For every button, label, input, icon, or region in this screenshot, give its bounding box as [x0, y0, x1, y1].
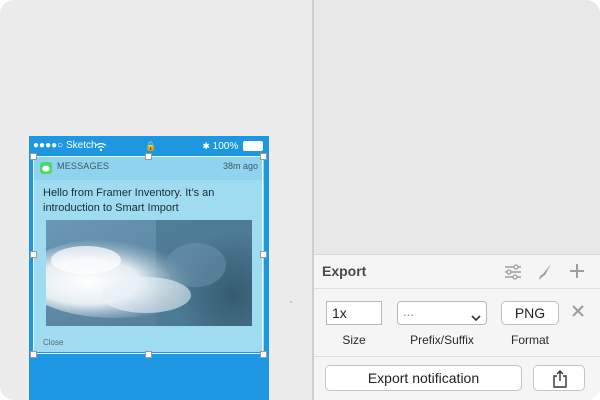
resize-handle-bottom[interactable] [145, 351, 152, 358]
notification-app-name: MESSAGES [57, 161, 110, 171]
battery-percent: 100% [212, 141, 239, 152]
chevron-down-icon [471, 308, 481, 328]
size-input[interactable]: 1x [326, 301, 382, 325]
resize-handle-top[interactable] [145, 153, 152, 160]
share-button[interactable] [533, 365, 585, 391]
notification-image [46, 220, 252, 326]
app-window: ●●●●○ Sketch 🔒 ✱ 100% MESSAGES 38m ago H… [0, 0, 600, 400]
prefix-suffix-label: Prefix/Suffix [410, 333, 474, 347]
canvas-dot [290, 301, 292, 303]
resize-handle-top-left[interactable] [30, 153, 37, 160]
share-icon [553, 370, 567, 388]
notification-close-action[interactable]: Close [43, 338, 63, 347]
phone-artboard[interactable]: ●●●●○ Sketch 🔒 ✱ 100% MESSAGES 38m ago H… [29, 136, 269, 400]
notification-message: Hello from Framer Inventory. It’s an int… [43, 187, 215, 214]
resize-handle-left[interactable] [30, 251, 37, 258]
status-carrier: ●●●●○ Sketch [33, 140, 97, 151]
notification-card[interactable]: MESSAGES 38m ago Hello from Framer Inven… [34, 156, 264, 352]
resize-handle-bottom-left[interactable] [30, 351, 37, 358]
plus-icon[interactable] [568, 262, 586, 285]
size-label: Size [342, 333, 366, 347]
canvas-area[interactable]: ●●●●○ Sketch 🔒 ✱ 100% MESSAGES 38m ago H… [0, 0, 312, 400]
format-label: Format [510, 333, 549, 347]
status-battery-group: ✱ 100% [202, 136, 263, 157]
export-separator-2 [314, 356, 600, 357]
resize-handle-bottom-right[interactable] [260, 351, 267, 358]
resize-handle-right[interactable] [260, 251, 267, 258]
export-separator [314, 288, 600, 289]
prefix-suffix-value: ... [403, 304, 414, 319]
resize-handle-top-right[interactable] [260, 153, 267, 160]
battery-icon [243, 141, 263, 152]
format-button[interactable]: PNG [501, 301, 559, 325]
export-title: Export [322, 263, 367, 279]
messages-app-icon [40, 162, 52, 174]
slice-knife-icon[interactable] [537, 263, 553, 286]
export-button[interactable]: Export notification [325, 365, 522, 391]
remove-export-icon[interactable] [570, 303, 586, 324]
sliders-icon[interactable] [504, 264, 522, 285]
notification-time: 38m ago [222, 161, 258, 171]
export-panel: Export 1x ... PNG Size Prefix/Suffix For… [314, 254, 600, 400]
bluetooth-icon: ✱ [202, 141, 210, 151]
prefix-suffix-select[interactable]: ... [397, 301, 487, 325]
